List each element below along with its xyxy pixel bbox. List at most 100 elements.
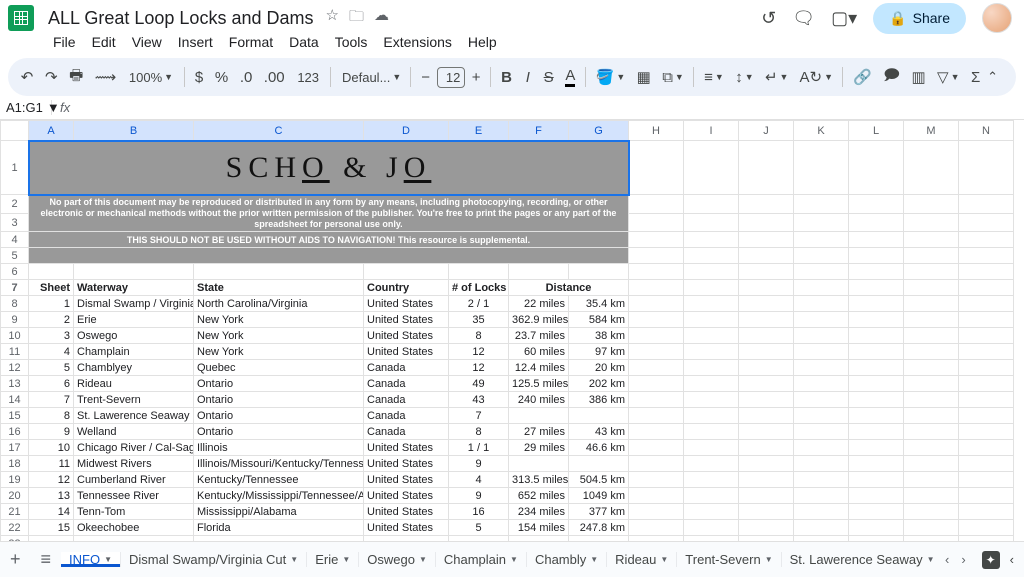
cell[interactable]: [739, 360, 794, 376]
cell[interactable]: [849, 392, 904, 408]
cell[interactable]: [904, 213, 959, 232]
cell[interactable]: [904, 328, 959, 344]
menu-insert[interactable]: Insert: [171, 30, 220, 54]
cell[interactable]: [794, 328, 849, 344]
sheet-tab[interactable]: INFO▼: [61, 552, 121, 567]
scroll-tabs-right[interactable]: ›: [955, 552, 971, 567]
menu-data[interactable]: Data: [282, 30, 326, 54]
cell-locks[interactable]: 12: [449, 344, 509, 360]
cell-country[interactable]: Canada: [364, 360, 449, 376]
cloud-icon[interactable]: ☁: [374, 6, 389, 31]
increase-decimal-button[interactable]: .00: [259, 65, 289, 90]
cell[interactable]: [569, 536, 629, 541]
cell[interactable]: [849, 536, 904, 541]
cell[interactable]: [794, 472, 849, 488]
cell-country[interactable]: United States: [364, 504, 449, 520]
cell[interactable]: [29, 536, 74, 541]
cell-state[interactable]: Ontario: [194, 392, 364, 408]
supplemental-cell[interactable]: THIS SHOULD NOT BE USED WITHOUT AIDS TO …: [29, 232, 629, 248]
cell-dist-mi[interactable]: [509, 408, 569, 424]
row-header[interactable]: 4: [1, 232, 29, 248]
cell-dist-mi[interactable]: 22 miles: [509, 296, 569, 312]
cell-country[interactable]: Canada: [364, 392, 449, 408]
cell[interactable]: [629, 232, 684, 248]
cell[interactable]: [509, 536, 569, 541]
menu-edit[interactable]: Edit: [85, 30, 123, 54]
functions-button[interactable]: Σ: [966, 65, 985, 90]
halign-button[interactable]: ≡▼: [699, 65, 728, 90]
cell[interactable]: [629, 195, 684, 214]
cell[interactable]: [629, 536, 684, 541]
cell-state[interactable]: Florida: [194, 520, 364, 536]
cell[interactable]: [904, 536, 959, 541]
cell-dist-km[interactable]: 377 km: [569, 504, 629, 520]
row-header[interactable]: 18: [1, 456, 29, 472]
doc-title[interactable]: ALL Great Loop Locks and Dams: [42, 7, 319, 30]
cell[interactable]: [904, 440, 959, 456]
cell[interactable]: [959, 408, 1014, 424]
hdr-locks[interactable]: # of Locks: [449, 280, 509, 296]
row-header[interactable]: 17: [1, 440, 29, 456]
col-header-K[interactable]: K: [794, 121, 849, 141]
decrease-decimal-button[interactable]: .0: [235, 65, 257, 90]
cell[interactable]: [849, 141, 904, 195]
cell[interactable]: [849, 232, 904, 248]
cell[interactable]: [904, 424, 959, 440]
scroll-tabs-left[interactable]: ‹: [939, 552, 955, 567]
cell-locks[interactable]: 8: [449, 328, 509, 344]
cell[interactable]: [739, 296, 794, 312]
sheet-tab[interactable]: St. Lawerence Seaway▼: [782, 552, 939, 567]
cell[interactable]: [849, 296, 904, 312]
valign-button[interactable]: ↕▼: [731, 65, 759, 90]
cell-state[interactable]: Kentucky/Tennessee: [194, 472, 364, 488]
cell[interactable]: [794, 408, 849, 424]
cell[interactable]: [959, 232, 1014, 248]
cell[interactable]: [29, 248, 629, 264]
cell-dist-km[interactable]: 35.4 km: [569, 296, 629, 312]
cell[interactable]: [904, 296, 959, 312]
hdr-state[interactable]: State: [194, 280, 364, 296]
cell[interactable]: [684, 312, 739, 328]
row-header[interactable]: 22: [1, 520, 29, 536]
hdr-sheet[interactable]: Sheet: [29, 280, 74, 296]
cell[interactable]: [959, 488, 1014, 504]
cell-state[interactable]: Ontario: [194, 424, 364, 440]
cell[interactable]: [959, 264, 1014, 280]
print-button[interactable]: 🖶: [64, 61, 88, 94]
cell-waterway[interactable]: Cumberland River: [74, 472, 194, 488]
cell[interactable]: [739, 520, 794, 536]
cell-waterway[interactable]: Tennessee River: [74, 488, 194, 504]
cell[interactable]: [849, 312, 904, 328]
cell[interactable]: [794, 360, 849, 376]
cell[interactable]: [629, 248, 684, 264]
tab-menu-icon[interactable]: ▼: [927, 555, 935, 564]
cell[interactable]: [684, 280, 739, 296]
cell-locks[interactable]: 35: [449, 312, 509, 328]
collapse-toolbar-button[interactable]: ⌃: [987, 69, 1008, 85]
cell[interactable]: [629, 392, 684, 408]
cell[interactable]: [629, 213, 684, 232]
cell[interactable]: [739, 536, 794, 541]
cell-locks[interactable]: 9: [449, 488, 509, 504]
cell-waterway[interactable]: Erie: [74, 312, 194, 328]
cell[interactable]: [794, 488, 849, 504]
cell-country[interactable]: United States: [364, 520, 449, 536]
cell-state[interactable]: Quebec: [194, 360, 364, 376]
cell[interactable]: [959, 520, 1014, 536]
cell[interactable]: [739, 504, 794, 520]
cell[interactable]: [849, 213, 904, 232]
cell-country[interactable]: Canada: [364, 376, 449, 392]
select-all-corner[interactable]: [1, 121, 29, 141]
cell-dist-km[interactable]: 97 km: [569, 344, 629, 360]
cell[interactable]: [629, 472, 684, 488]
cell[interactable]: [904, 280, 959, 296]
cell[interactable]: [684, 344, 739, 360]
cell[interactable]: [904, 312, 959, 328]
cell[interactable]: [849, 456, 904, 472]
star-icon[interactable]: ☆: [325, 6, 338, 31]
cell[interactable]: [959, 141, 1014, 195]
cell-sheet[interactable]: 15: [29, 520, 74, 536]
cell[interactable]: [629, 408, 684, 424]
cell[interactable]: [794, 520, 849, 536]
cell[interactable]: [739, 456, 794, 472]
